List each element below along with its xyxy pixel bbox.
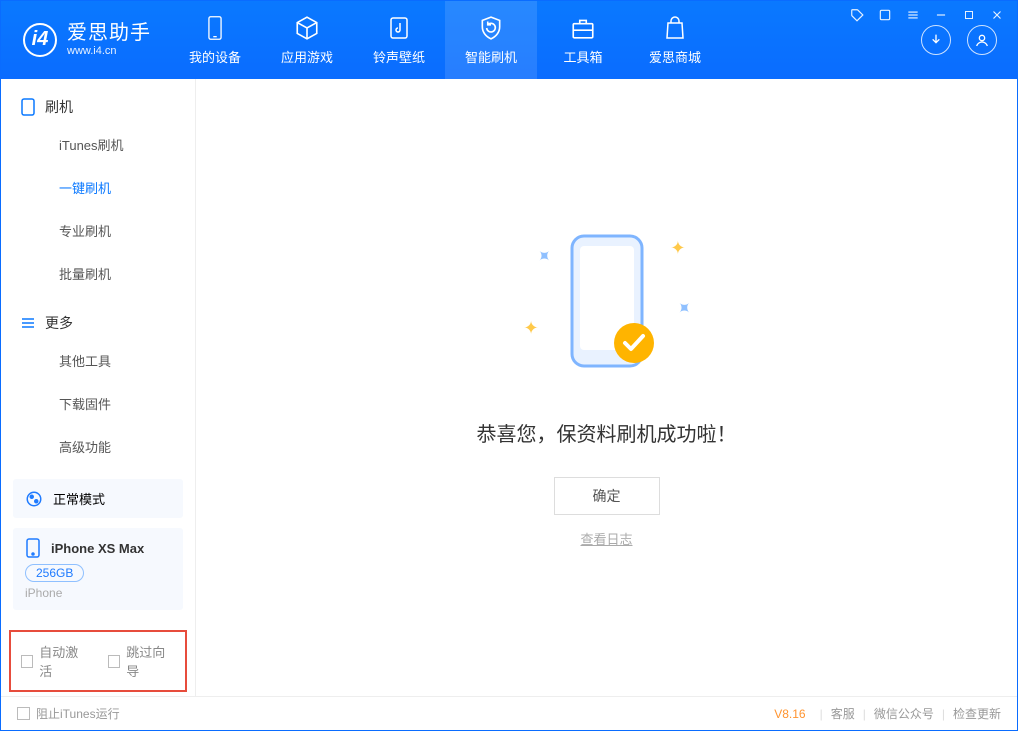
briefcase-icon (570, 15, 596, 41)
nav-flash[interactable]: 智能刷机 (445, 1, 537, 79)
phone-icon (202, 15, 228, 41)
ok-button[interactable]: 确定 (554, 477, 660, 515)
sidebar-head-flash: 刷机 (21, 97, 195, 117)
support-link[interactable]: 客服 (831, 705, 855, 722)
nav-apps[interactable]: 应用游戏 (261, 1, 353, 79)
nav-toolbox[interactable]: 工具箱 (537, 1, 629, 79)
brand-subtitle: www.i4.cn (67, 45, 151, 58)
shield-refresh-icon (478, 15, 504, 41)
device-type: iPhone (25, 586, 171, 600)
cube-icon (294, 15, 320, 41)
sidebar-head-label: 刷机 (45, 97, 73, 117)
account-button[interactable] (967, 25, 997, 55)
status-bar: 阻止iTunes运行 V8.16 | 客服 | 微信公众号 | 检查更新 (1, 696, 1017, 730)
feedback-icon[interactable] (849, 7, 865, 23)
main-content: ✦ ✦ ✦ ✦ 恭喜您，保资料刷机成功啦！ 确定 查看日志 (196, 79, 1017, 696)
sidebar-head-label: 更多 (45, 313, 73, 333)
nav-label: 我的设备 (189, 47, 241, 66)
title-bar: i4 爱思助手 www.i4.cn 我的设备 应用游戏 铃声壁纸 智能刷机 (1, 1, 1017, 79)
logo-icon: i4 (23, 23, 57, 57)
nav-label: 工具箱 (563, 47, 602, 66)
mode-card[interactable]: 正常模式 (13, 479, 183, 518)
checkbox-block-itunes[interactable]: 阻止iTunes运行 (17, 705, 120, 722)
success-illustration: ✦ ✦ ✦ ✦ (542, 228, 672, 388)
wechat-link[interactable]: 微信公众号 (874, 705, 934, 722)
checkbox-label: 跳过向导 (126, 642, 175, 680)
version-label: V8.16 (774, 707, 805, 721)
checkbox-skip-guide[interactable]: 跳过向导 (108, 642, 175, 680)
nav-label: 爱思商城 (649, 47, 701, 66)
sidebar-item-other[interactable]: 其他工具 (21, 339, 195, 382)
bag-icon (662, 15, 688, 41)
checkbox-icon (17, 707, 30, 720)
skin-icon[interactable] (877, 7, 893, 23)
checkbox-auto-activate[interactable]: 自动激活 (21, 642, 88, 680)
checkbox-label: 自动激活 (39, 642, 88, 680)
music-icon (386, 15, 412, 41)
nav-label: 应用游戏 (281, 47, 333, 66)
success-title: 恭喜您，保资料刷机成功啦！ (477, 418, 737, 447)
nav-store[interactable]: 爱思商城 (629, 1, 721, 79)
sidebar-item-itunes[interactable]: iTunes刷机 (21, 123, 195, 166)
mode-label: 正常模式 (53, 489, 105, 508)
brand-title: 爱思助手 (67, 22, 151, 45)
minimize-icon[interactable] (933, 7, 949, 23)
checkbox-icon (21, 655, 33, 668)
nav-my-device[interactable]: 我的设备 (169, 1, 261, 79)
sidebar-item-firmware[interactable]: 下载固件 (21, 382, 195, 425)
view-log-link[interactable]: 查看日志 (580, 529, 632, 548)
device-card[interactable]: iPhone XS Max 256GB iPhone (13, 528, 183, 610)
nav-label: 智能刷机 (465, 47, 517, 66)
window-controls (849, 7, 1005, 23)
device-storage: 256GB (25, 564, 84, 582)
close-icon[interactable] (989, 7, 1005, 23)
sidebar-item-pro[interactable]: 专业刷机 (21, 209, 195, 252)
sidebar-item-oneclick[interactable]: 一键刷机 (21, 166, 195, 209)
checkbox-icon (108, 655, 120, 668)
download-manager-button[interactable] (921, 25, 951, 55)
nav-label: 铃声壁纸 (373, 47, 425, 66)
update-link[interactable]: 检查更新 (953, 705, 1001, 722)
sidebar-head-more: 更多 (21, 313, 195, 333)
menu-icon[interactable] (905, 7, 921, 23)
top-nav: 我的设备 应用游戏 铃声壁纸 智能刷机 工具箱 爱思商城 (169, 1, 721, 79)
options-highlight: 自动激活 跳过向导 (9, 630, 187, 692)
checkbox-label: 阻止iTunes运行 (36, 705, 120, 722)
nav-ringtones[interactable]: 铃声壁纸 (353, 1, 445, 79)
sidebar-item-batch[interactable]: 批量刷机 (21, 252, 195, 295)
sidebar-item-advanced[interactable]: 高级功能 (21, 425, 195, 468)
logo: i4 爱思助手 www.i4.cn (1, 22, 169, 58)
maximize-icon[interactable] (961, 7, 977, 23)
device-name: iPhone XS Max (51, 541, 144, 556)
sidebar: 刷机 iTunes刷机 一键刷机 专业刷机 批量刷机 更多 其他工具 下载固件 … (1, 79, 196, 696)
